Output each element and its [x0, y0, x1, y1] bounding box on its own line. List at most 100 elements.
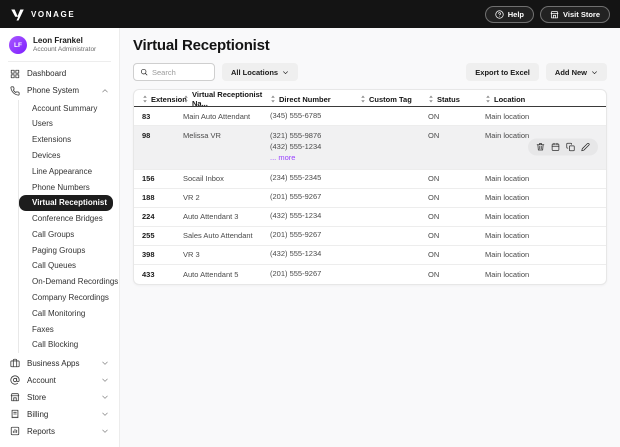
calendar-icon[interactable]: [551, 143, 560, 152]
cell-status: ON: [428, 250, 485, 259]
direct-number-line: (345) 555-6785: [270, 111, 360, 122]
direct-number-line: (432) 555-1234: [270, 249, 360, 260]
direct-number-line: (432) 555-1234: [270, 142, 360, 153]
search-input[interactable]: [152, 68, 208, 77]
edit-icon[interactable]: [581, 143, 590, 152]
cell-location: Main location: [485, 270, 598, 279]
location-filter-button[interactable]: All Locations: [222, 63, 298, 81]
sidebar-item-call-groups[interactable]: Call Groups: [19, 227, 113, 243]
direct-number-line: (201) 555-9267: [270, 230, 360, 241]
sidebar-item-account[interactable]: Account: [0, 372, 119, 389]
table-row[interactable]: 255Sales Auto Attendant(201) 555-9267ONM…: [134, 227, 606, 246]
cell-location: Main location: [485, 212, 598, 221]
sidebar-item-paging-groups[interactable]: Paging Groups: [19, 242, 113, 258]
sidebar-item-business-apps[interactable]: Business Apps: [0, 355, 119, 372]
sidebar-item-company-recordings[interactable]: Company Recordings: [19, 290, 113, 306]
sidebar-item-store[interactable]: Store: [0, 389, 119, 406]
search-icon: [140, 68, 148, 76]
sidebar-divider: [8, 61, 111, 62]
sidebar-item-virtual-receptionist[interactable]: Virtual Receptionist: [19, 195, 113, 211]
chevron-down-icon: [101, 410, 111, 418]
table-row[interactable]: 98Melissa VR(321) 555-9876(432) 555-1234…: [134, 126, 606, 170]
chevron-down-icon: [101, 376, 111, 384]
receptionist-table: ExtensionVirtual Receptionist Na...Direc…: [133, 89, 607, 285]
cell-status: ON: [428, 174, 485, 183]
chevron-down-icon: [101, 427, 111, 435]
cell-status: ON: [428, 131, 485, 140]
column-header-direct_number[interactable]: Direct Number: [270, 95, 360, 104]
table-body: 83Main Auto Attendant(345) 555-6785ONMai…: [134, 107, 606, 284]
add-new-button[interactable]: Add New: [546, 63, 607, 81]
sidebar-item-on-demand-recordings[interactable]: On-Demand Recordings: [19, 274, 113, 290]
sort-icon[interactable]: [360, 95, 366, 103]
sort-icon[interactable]: [142, 95, 148, 103]
sidebar-item-call-monitoring[interactable]: Call Monitoring: [19, 305, 113, 321]
column-header-status[interactable]: Status: [428, 95, 485, 104]
sidebar-item-extensions[interactable]: Extensions: [19, 132, 113, 148]
table-row[interactable]: 398VR 3(432) 555-1234ONMain location: [134, 246, 606, 265]
sidebar-item-users[interactable]: Users: [19, 116, 113, 132]
phone-icon: [10, 86, 20, 96]
cell-extension: 398: [142, 250, 183, 259]
visit-store-button[interactable]: Visit Store: [540, 6, 610, 23]
table-row[interactable]: 156Socail Inbox(234) 555-2345ONMain loca…: [134, 170, 606, 189]
chevron-down-icon: [101, 393, 111, 401]
table-row[interactable]: 188VR 2(201) 555-9267ONMain location: [134, 189, 606, 208]
cell-name: Sales Auto Attendant: [183, 231, 270, 240]
sidebar-item-billing[interactable]: Billing: [0, 406, 119, 423]
sidebar-item-phone-numbers[interactable]: Phone Numbers: [19, 179, 113, 195]
copy-icon[interactable]: [566, 143, 575, 152]
column-header-extension[interactable]: Extension: [142, 95, 183, 104]
sidebar-item-faxes[interactable]: Faxes: [19, 321, 113, 337]
search-box[interactable]: [133, 63, 215, 81]
column-header-custom_tag[interactable]: Custom Tag: [360, 95, 428, 104]
column-header-label: Custom Tag: [369, 95, 412, 104]
direct-number-line: (201) 555-9267: [270, 269, 360, 280]
table-row[interactable]: 433Auto Attendant 5(201) 555-9267ONMain …: [134, 265, 606, 284]
cell-extension: 156: [142, 174, 183, 183]
sidebar-item-call-blocking[interactable]: Call Blocking: [19, 337, 113, 353]
topbar: VONAGE Help Visit Store: [0, 0, 620, 28]
column-header-location[interactable]: Location: [485, 95, 598, 104]
cell-name: VR 2: [183, 193, 270, 202]
more-link[interactable]: ... more: [270, 153, 360, 164]
user-block[interactable]: LF Leon Frankel Account Administrator: [0, 34, 119, 61]
briefcase-icon: [10, 358, 20, 368]
table-row[interactable]: 83Main Auto Attendant(345) 555-6785ONMai…: [134, 107, 606, 126]
cell-location: Main location: [485, 250, 598, 259]
direct-number-line: (201) 555-9267: [270, 192, 360, 203]
chevron-down-icon: [101, 359, 111, 367]
sort-icon[interactable]: [270, 95, 276, 103]
sidebar-item-reports[interactable]: Reports: [0, 423, 119, 440]
sidebar-item-call-queues[interactable]: Call Queues: [19, 258, 113, 274]
chevron-up-icon: [101, 87, 111, 95]
delete-icon[interactable]: [536, 143, 545, 152]
cell-status: ON: [428, 270, 485, 279]
sort-icon[interactable]: [428, 95, 434, 103]
table-row[interactable]: 224Auto Attendant 3(432) 555-1234ONMain …: [134, 208, 606, 227]
column-header-label: Extension: [151, 95, 187, 104]
direct-number-line: (432) 555-1234: [270, 211, 360, 222]
sort-icon[interactable]: [183, 95, 189, 103]
cell-direct-number: (201) 555-9267: [270, 192, 360, 203]
receipt-icon: [10, 409, 20, 419]
sort-icon[interactable]: [485, 95, 491, 103]
sidebar-item-conference-bridges[interactable]: Conference Bridges: [19, 211, 113, 227]
sidebar-item-line-appearance[interactable]: Line Appearance: [19, 163, 113, 179]
export-to-excel-button[interactable]: Export to Excel: [466, 63, 539, 81]
cell-extension: 188: [142, 193, 183, 202]
cell-extension: 224: [142, 212, 183, 221]
cell-name: Melissa VR: [183, 131, 270, 140]
sidebar-item-dashboard[interactable]: Dashboard: [0, 65, 119, 82]
sidebar-item-label: Business Apps: [27, 359, 79, 368]
sidebar-item-account-summary[interactable]: Account Summary: [19, 100, 113, 116]
column-header-label: Status: [437, 95, 460, 104]
sidebar-item-devices[interactable]: Devices: [19, 148, 113, 164]
table-header-row: ExtensionVirtual Receptionist Na...Direc…: [134, 90, 606, 107]
cell-status: ON: [428, 231, 485, 240]
column-header-name[interactable]: Virtual Receptionist Na...: [183, 90, 270, 108]
help-button[interactable]: Help: [485, 6, 534, 23]
sidebar-item-phone-system[interactable]: Phone System: [0, 82, 119, 99]
cell-extension: 433: [142, 270, 183, 279]
add-new-label: Add New: [555, 68, 587, 77]
